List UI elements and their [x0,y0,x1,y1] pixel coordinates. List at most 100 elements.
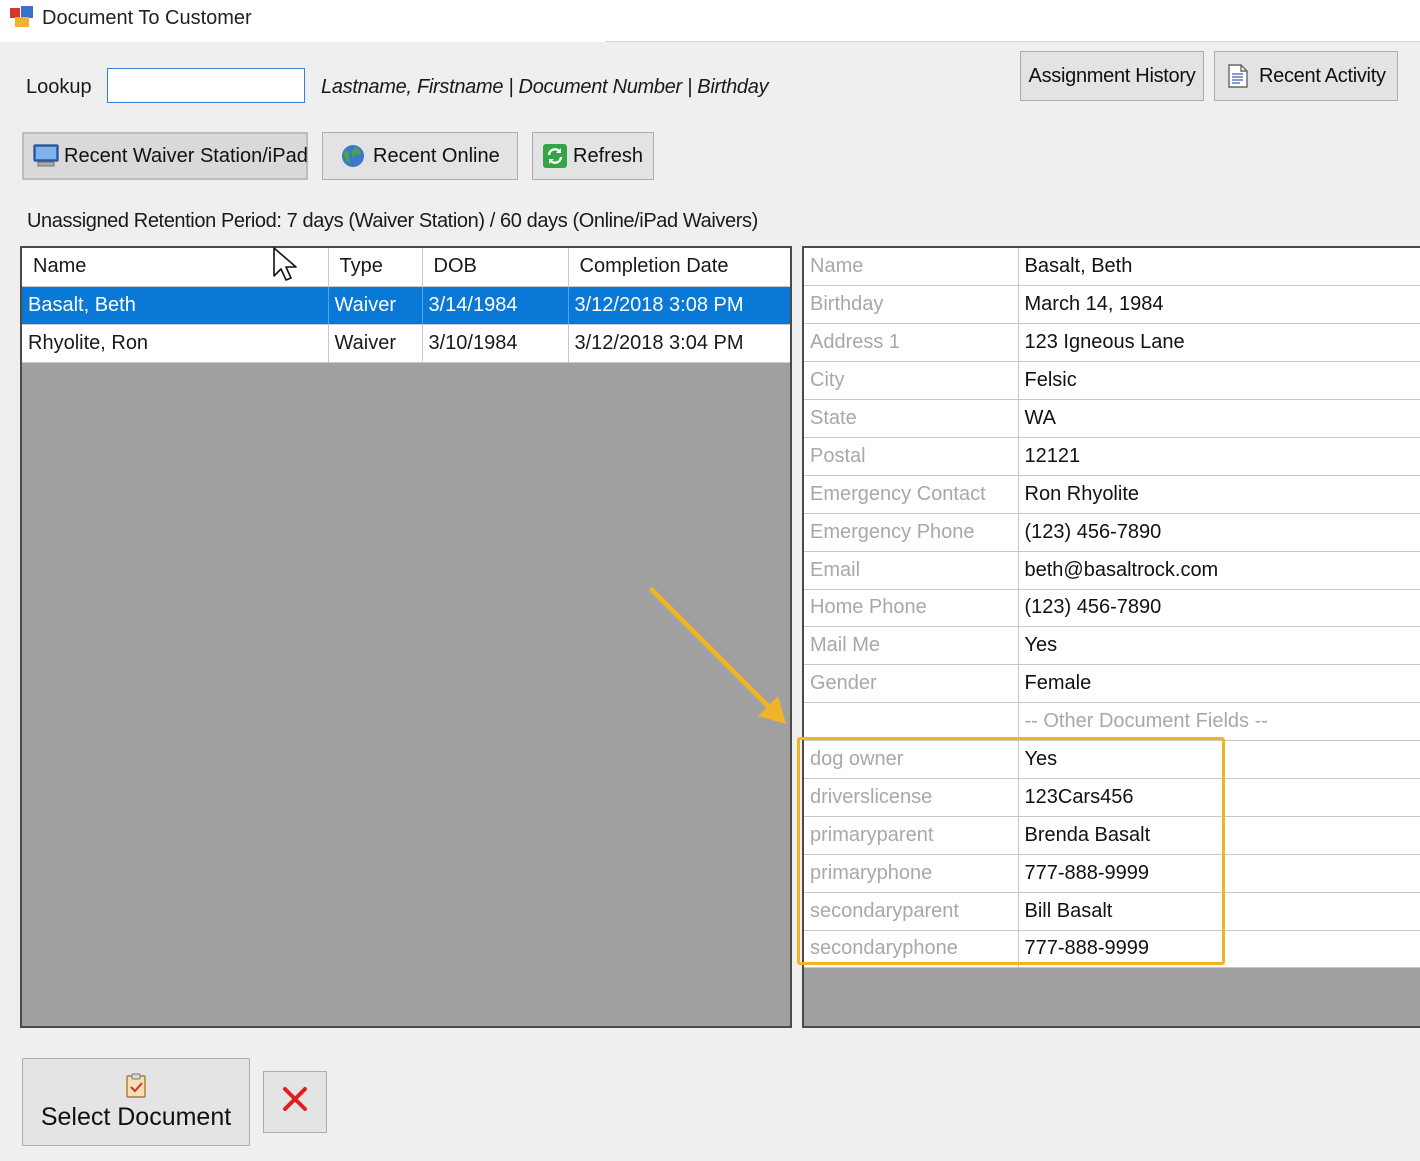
other-field-value: Brenda Basalt [1018,816,1420,855]
recent-online-label: Recent Online [373,144,500,167]
other-field-key: secondaryparent [804,892,1019,931]
details-grid[interactable]: Name Basalt, Beth Birthday March 14, 1984 … [802,246,1420,1028]
row-dob: 3/10/1984 [422,324,569,363]
detail-row: Emergency Phone (123) 456-7890 [804,513,1420,552]
detail-value: 123 Igneous Lane [1018,323,1420,363]
detail-value: Female [1018,664,1420,704]
window-title: Document To Customer [42,7,252,29]
other-field-key: dog owner [804,740,1019,779]
refresh-label: Refresh [573,144,644,167]
recent-waiver-station-button[interactable]: Recent Waiver Station/iPad [22,132,308,180]
lookup-input[interactable] [107,68,305,103]
recent-waiver-station-label: Recent Waiver Station/iPad [64,144,308,167]
table-row[interactable]: Basalt, Beth Waiver 3/14/1984 3/12/2018 … [22,286,790,325]
detail-key: Gender [804,664,1019,704]
other-field-row: driverslicense 123Cars456 [804,778,1420,817]
other-field-row: secondaryphone 777-888-9999 [804,930,1420,969]
detail-row: Birthday March 14, 1984 [804,285,1420,325]
recent-activity-button[interactable]: Recent Activity [1214,51,1398,101]
other-field-key: primaryparent [804,816,1019,855]
detail-key: Email [804,551,1019,590]
other-fields-section-label: -- Other Document Fields -- [1018,702,1420,742]
close-icon [282,1086,308,1118]
assignment-history-label: Assignment History [1028,64,1196,87]
other-field-key: primaryphone [804,854,1019,893]
section-key-empty [804,702,1019,742]
detail-row: Home Phone (123) 456-7890 [804,589,1420,628]
other-field-row: primaryparent Brenda Basalt [804,816,1420,855]
other-field-key: secondaryphone [804,930,1019,969]
close-button[interactable] [263,1071,327,1133]
column-header-dob[interactable]: DOB [422,248,569,287]
detail-value: 12121 [1018,437,1420,476]
section-row: -- Other Document Fields -- [804,702,1420,742]
detail-key: Birthday [804,285,1019,325]
globe-icon [339,143,367,169]
detail-value: Felsic [1018,361,1420,401]
row-type: Waiver [328,324,423,363]
other-field-key: driverslicense [804,778,1019,817]
detail-row: Postal 12121 [804,437,1420,476]
recent-online-button[interactable]: Recent Online [322,132,518,180]
other-field-value: Bill Basalt [1018,892,1420,931]
title-bar: Document To Customer [0,0,1420,42]
column-header-completion-date[interactable]: Completion Date [568,248,790,287]
refresh-icon [541,143,569,169]
detail-value: March 14, 1984 [1018,285,1420,325]
other-field-row: secondaryparent Bill Basalt [804,892,1420,931]
recent-activity-label: Recent Activity [1259,64,1386,87]
other-field-value: 123Cars456 [1018,778,1420,817]
detail-key: Name [804,248,1019,287]
app-icon [10,6,34,28]
select-document-button[interactable]: Select Document [22,1058,250,1146]
documents-grid[interactable]: Name Type DOB Completion Date Basalt, Be… [20,246,792,1028]
detail-row: State WA [804,399,1420,438]
detail-value: (123) 456-7890 [1018,589,1420,628]
computer-icon [32,143,60,169]
detail-value: (123) 456-7890 [1018,513,1420,552]
row-name: Basalt, Beth [22,286,329,325]
row-type: Waiver [328,286,423,325]
retention-period-text: Unassigned Retention Period: 7 days (Wai… [27,210,758,232]
detail-key: State [804,399,1019,438]
detail-value: Yes [1018,626,1420,666]
clipboard-check-icon [123,1073,149,1099]
other-field-value: 777-888-9999 [1018,930,1420,969]
column-header-type[interactable]: Type [328,248,423,287]
detail-value: Ron Rhyolite [1018,475,1420,514]
detail-row: City Felsic [804,361,1420,401]
detail-key: Address 1 [804,323,1019,363]
detail-value: Basalt, Beth [1018,248,1420,287]
lookup-label: Lookup [26,76,92,98]
detail-key: Mail Me [804,626,1019,666]
select-document-label: Select Document [40,1102,232,1131]
documents-header-row: Name Type DOB Completion Date [22,248,790,287]
other-field-value: Yes [1018,740,1420,779]
row-dob: 3/14/1984 [422,286,569,325]
document-list-icon [1225,63,1253,89]
assignment-history-button[interactable]: Assignment History [1020,51,1204,101]
detail-row: Gender Female [804,664,1420,704]
detail-value: WA [1018,399,1420,438]
detail-row: Email beth@basaltrock.com [804,551,1420,590]
other-field-row: dog owner Yes [804,740,1420,779]
title-divider [605,41,1420,42]
detail-key: Emergency Contact [804,475,1019,514]
detail-row: Mail Me Yes [804,626,1420,666]
detail-value: beth@basaltrock.com [1018,551,1420,590]
refresh-button[interactable]: Refresh [532,132,654,180]
row-completion-date: 3/12/2018 3:04 PM [568,324,790,363]
mouse-cursor-icon [273,247,297,281]
detail-row: Name Basalt, Beth [804,248,1420,287]
detail-row: Address 1 123 Igneous Lane [804,323,1420,363]
row-completion-date: 3/12/2018 3:08 PM [568,286,790,325]
other-field-row: primaryphone 777-888-9999 [804,854,1420,893]
other-field-value: 777-888-9999 [1018,854,1420,893]
row-name: Rhyolite, Ron [22,324,329,363]
detail-key: Postal [804,437,1019,476]
detail-key: Emergency Phone [804,513,1019,552]
table-row[interactable]: Rhyolite, Ron Waiver 3/10/1984 3/12/2018… [22,324,790,363]
lookup-hint: Lastname, Firstname | Document Number | … [321,76,769,98]
detail-key: Home Phone [804,589,1019,628]
detail-key: City [804,361,1019,401]
